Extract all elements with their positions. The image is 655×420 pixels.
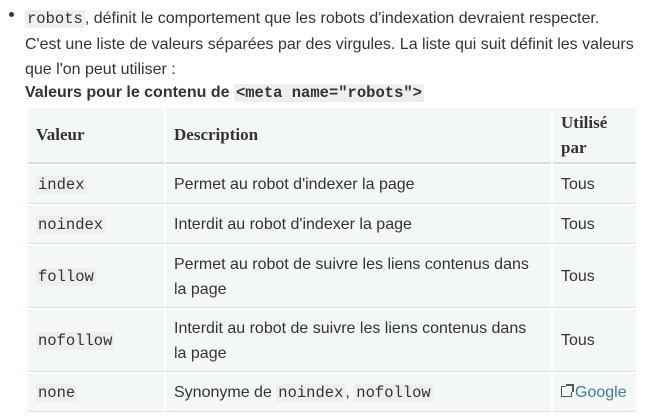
value-code: none: [36, 383, 78, 402]
robots-code: robots: [25, 10, 85, 28]
used-by-cell: Tous: [553, 246, 636, 308]
table-row: none Synonyme de noindex, nofollow Googl…: [28, 374, 636, 412]
intro-paragraph: robots, définit le comportement que les …: [25, 6, 645, 82]
value-cell: none: [28, 374, 164, 412]
description-cell: Interdit au robot de suivre les liens co…: [166, 310, 551, 372]
caption-prefix: Valeurs pour le contenu de: [25, 84, 234, 101]
intro-line1-text: , définit le comportement que les robots…: [84, 10, 600, 27]
value-cell: noindex: [28, 206, 164, 244]
description-cell: Synonyme de noindex, nofollow: [166, 374, 551, 412]
external-link-icon: [561, 383, 574, 397]
description-separator: ,: [345, 383, 355, 401]
description-cell: Interdit au robot d'indexer la page: [166, 206, 551, 244]
robots-values-table: Valeur Description Utilisé par index Per…: [26, 106, 638, 414]
header-utilise-par: Utilisé par: [553, 108, 636, 164]
description-cell: Permet au robot d'indexer la page: [166, 166, 551, 204]
used-by-cell: Tous: [553, 166, 636, 204]
noindex-code: noindex: [276, 383, 346, 402]
used-by-cell: Tous: [553, 310, 636, 372]
caption-code: <meta name="robots">: [233, 84, 424, 102]
google-link[interactable]: Google: [575, 384, 627, 401]
intro-line2-text: C'est une liste de valeurs séparées par …: [25, 36, 634, 78]
value-code: index: [36, 175, 87, 194]
table-row: index Permet au robot d'indexer la page …: [28, 166, 636, 204]
used-by-cell: Tous: [553, 206, 636, 244]
header-valeur: Valeur: [28, 108, 164, 164]
description-prefix: Synonyme de: [174, 383, 277, 401]
table-caption: Valeurs pour le contenu de <meta name="r…: [25, 80, 424, 106]
table-row: nofollow Interdit au robot de suivre les…: [28, 310, 636, 372]
value-cell: nofollow: [28, 310, 164, 372]
description-cell: Permet au robot de suivre les liens cont…: [166, 246, 551, 308]
value-cell: index: [28, 166, 164, 204]
value-cell: follow: [28, 246, 164, 308]
used-by-cell: Google: [553, 374, 636, 412]
value-code: nofollow: [36, 331, 115, 350]
table-row: follow Permet au robot de suivre les lie…: [28, 246, 636, 308]
list-bullet: [9, 12, 14, 17]
value-code: noindex: [36, 215, 106, 234]
table-header-row: Valeur Description Utilisé par: [28, 108, 636, 164]
nofollow-code: nofollow: [354, 383, 433, 402]
table-row: noindex Interdit au robot d'indexer la p…: [28, 206, 636, 244]
value-code: follow: [36, 267, 96, 286]
header-description: Description: [166, 108, 551, 164]
